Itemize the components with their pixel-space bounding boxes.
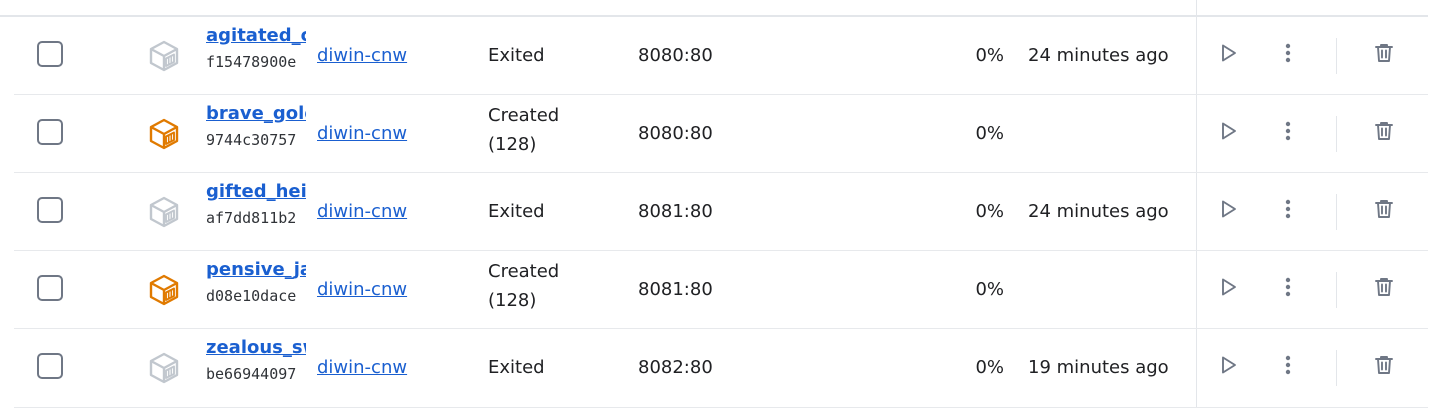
row-select-checkbox[interactable] — [37, 353, 63, 379]
play-icon — [1217, 276, 1239, 302]
trash-icon — [1373, 120, 1395, 146]
container-ports: 8081:80 — [638, 201, 713, 222]
play-icon — [1217, 42, 1239, 68]
delete-button[interactable] — [1364, 35, 1404, 75]
container-id: f15478900e — [206, 53, 297, 71]
container-image-link[interactable]: diwin-cnw — [317, 45, 407, 66]
container-cpu: 0% — [975, 201, 1004, 222]
container-cpu: 0% — [975, 123, 1004, 144]
actions-separator — [1336, 38, 1337, 74]
container-ports: 8082:80 — [638, 357, 713, 378]
container-cube-icon — [147, 195, 181, 229]
delete-button[interactable] — [1364, 113, 1404, 153]
status-line-1: Exited — [488, 357, 545, 378]
container-last-started: 24 minutes ago — [1028, 45, 1169, 66]
more-actions-button[interactable] — [1268, 191, 1308, 231]
container-cube-icon — [147, 117, 181, 151]
container-cpu: 0% — [975, 357, 1004, 378]
delete-button[interactable] — [1364, 191, 1404, 231]
container-id: 9744c30757 — [206, 131, 297, 149]
container-row[interactable]: zealous_sw be66944097 diwin-cnw Exited 8… — [0, 329, 1428, 408]
kebab-menu-icon — [1284, 120, 1292, 146]
container-image-link[interactable]: diwin-cnw — [317, 279, 407, 300]
kebab-menu-icon — [1284, 276, 1292, 302]
container-cpu: 0% — [975, 279, 1004, 300]
more-actions-button[interactable] — [1268, 35, 1308, 75]
trash-icon — [1373, 198, 1395, 224]
container-cube-icon — [147, 39, 181, 73]
delete-button[interactable] — [1364, 347, 1404, 387]
more-actions-button[interactable] — [1268, 347, 1308, 387]
container-row[interactable]: gifted_heis af7dd811b2 diwin-cnw Exited … — [0, 173, 1428, 251]
container-ports: 8081:80 — [638, 279, 713, 300]
more-actions-button[interactable] — [1268, 269, 1308, 309]
status-line-1: Exited — [488, 201, 545, 222]
actions-separator — [1336, 194, 1337, 230]
containers-table: agitated_c f15478900e diwin-cnw Exited 8… — [0, 0, 1450, 408]
trash-icon — [1373, 354, 1395, 380]
container-last-started: 24 minutes ago — [1028, 201, 1169, 222]
container-row[interactable]: pensive_ja d08e10dace diwin-cnw Created … — [0, 251, 1428, 329]
container-name-link[interactable]: agitated_c — [206, 25, 306, 46]
trash-icon — [1373, 276, 1395, 302]
container-name-link[interactable]: brave_gold — [206, 103, 306, 124]
play-icon — [1217, 354, 1239, 380]
container-image-link[interactable]: diwin-cnw — [317, 123, 407, 144]
container-cpu: 0% — [975, 45, 1004, 66]
more-actions-button[interactable] — [1268, 113, 1308, 153]
container-status: Created (128) — [488, 257, 598, 315]
container-cube-icon — [147, 351, 181, 385]
container-id: be66944097 — [206, 365, 297, 383]
actions-separator — [1336, 272, 1337, 308]
trash-icon — [1373, 42, 1395, 68]
container-name-link[interactable]: gifted_heis — [206, 181, 306, 202]
container-name-link[interactable]: zealous_sw — [206, 337, 306, 358]
container-status: Created (128) — [488, 101, 598, 159]
container-ports: 8080:80 — [638, 123, 713, 144]
container-image-link[interactable]: diwin-cnw — [317, 357, 407, 378]
status-line-1: Created — [488, 105, 560, 126]
status-line-1: Created — [488, 261, 560, 282]
row-select-checkbox[interactable] — [37, 275, 63, 301]
container-status: Exited — [488, 197, 598, 226]
container-image-link[interactable]: diwin-cnw — [317, 201, 407, 222]
container-id: d08e10dace — [206, 287, 297, 305]
container-cube-icon — [147, 273, 181, 307]
container-name-link[interactable]: pensive_ja — [206, 259, 306, 280]
container-id: af7dd811b2 — [206, 209, 297, 227]
status-line-1: Exited — [488, 45, 545, 66]
kebab-menu-icon — [1284, 354, 1292, 380]
start-button[interactable] — [1208, 269, 1248, 309]
kebab-menu-icon — [1284, 42, 1292, 68]
start-button[interactable] — [1208, 347, 1248, 387]
row-select-checkbox[interactable] — [37, 197, 63, 223]
actions-separator — [1336, 350, 1337, 386]
start-button[interactable] — [1208, 191, 1248, 231]
start-button[interactable] — [1208, 35, 1248, 75]
container-status: Exited — [488, 41, 598, 70]
status-line-2: (128) — [488, 134, 537, 155]
container-row[interactable]: agitated_c f15478900e diwin-cnw Exited 8… — [0, 17, 1428, 95]
kebab-menu-icon — [1284, 198, 1292, 224]
container-ports: 8080:80 — [638, 45, 713, 66]
row-select-checkbox[interactable] — [37, 119, 63, 145]
container-row[interactable]: brave_gold 9744c30757 diwin-cnw Created … — [0, 95, 1428, 173]
actions-separator — [1336, 116, 1337, 152]
delete-button[interactable] — [1364, 269, 1404, 309]
play-icon — [1217, 120, 1239, 146]
play-icon — [1217, 198, 1239, 224]
container-last-started: 19 minutes ago — [1028, 357, 1169, 378]
row-select-checkbox[interactable] — [37, 41, 63, 67]
start-button[interactable] — [1208, 113, 1248, 153]
status-line-2: (128) — [488, 290, 537, 311]
container-status: Exited — [488, 353, 598, 382]
